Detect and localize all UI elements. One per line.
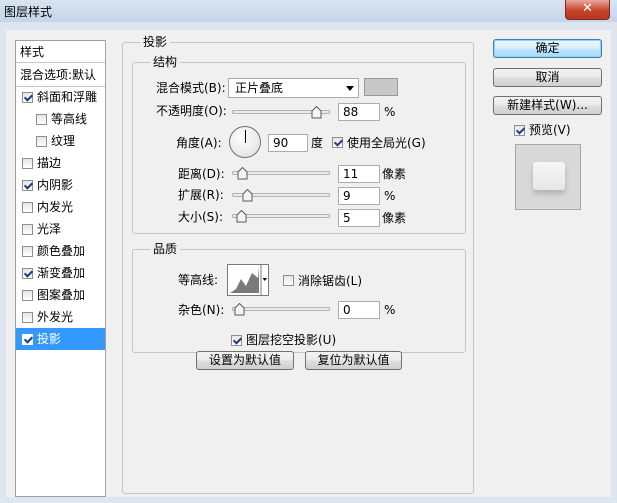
spread-unit: % [384, 189, 396, 203]
blend-mode-select[interactable]: 正片叠底 [228, 78, 359, 98]
spread-slider-thumb[interactable] [242, 188, 253, 202]
style-list-checkbox[interactable] [22, 180, 33, 191]
style-list-label: 内发光 [37, 200, 74, 214]
style-list-item[interactable]: 渐变叠加 [16, 262, 105, 284]
angle-label: 角度(A): [176, 136, 222, 150]
distance-unit: 像素 [382, 167, 407, 181]
contour-label: 等高线: [178, 273, 219, 287]
style-list-item[interactable]: 描边 [16, 152, 105, 174]
style-list-checkbox[interactable] [36, 136, 47, 147]
style-list-item[interactable]: 混合选项:默认 [16, 64, 105, 87]
style-list-item[interactable]: 图案叠加 [16, 284, 105, 306]
size-input[interactable]: 5 [338, 209, 380, 227]
contour-picker[interactable] [227, 264, 269, 296]
quality-group-title: 品质 [150, 242, 181, 256]
style-list-label: 光泽 [37, 222, 62, 236]
window-title: 图层样式 [4, 5, 53, 19]
preview-label[interactable]: 预览(V) [529, 122, 571, 138]
style-list: 样式 混合选项:默认斜面和浮雕等高线纹理描边内阴影内发光光泽颜色叠加渐变叠加图案… [15, 40, 106, 497]
style-list-checkbox[interactable] [22, 290, 33, 301]
blend-mode-label: 混合模式(B): [156, 81, 226, 95]
dialog-client: 样式 混合选项:默认斜面和浮雕等高线纹理描边内阴影内发光光泽颜色叠加渐变叠加图案… [6, 30, 611, 497]
style-list-label: 投影 [37, 332, 62, 346]
opacity-input[interactable]: 88 [338, 103, 380, 121]
style-list-item[interactable]: 颜色叠加 [16, 240, 105, 262]
spread-label: 扩展(R): [178, 188, 224, 202]
style-list-checkbox[interactable] [22, 158, 33, 169]
style-preview [515, 144, 581, 210]
style-list-label: 等高线 [51, 112, 88, 126]
reset-default-button[interactable]: 复位为默认值 [305, 351, 402, 370]
distance-slider-thumb[interactable] [237, 166, 248, 180]
cancel-button[interactable]: 取消 [493, 68, 602, 87]
angle-dial[interactable] [229, 126, 261, 158]
size-label: 大小(S): [178, 210, 224, 224]
knockout-checkbox[interactable] [231, 335, 242, 346]
noise-input[interactable]: 0 [338, 301, 380, 319]
opacity-unit: % [384, 105, 396, 119]
preview-checkbox[interactable] [514, 125, 525, 136]
style-list-label: 纹理 [51, 134, 76, 148]
angle-unit: 度 [311, 136, 324, 150]
style-list-item[interactable]: 斜面和浮雕 [16, 86, 105, 108]
style-list-header[interactable]: 样式 [16, 41, 105, 63]
make-default-button[interactable]: 设置为默认值 [196, 351, 294, 370]
style-list-label: 混合选项:默认 [20, 68, 97, 82]
style-list-checkbox[interactable] [22, 202, 33, 213]
blend-mode-value: 正片叠底 [235, 81, 284, 95]
spread-input[interactable]: 9 [338, 187, 380, 205]
angle-input[interactable]: 90 [268, 134, 308, 152]
style-list-checkbox[interactable] [22, 246, 33, 257]
style-list-label: 描边 [37, 156, 62, 170]
style-list-checkbox[interactable] [22, 92, 33, 103]
noise-unit: % [384, 303, 396, 317]
noise-label: 杂色(N): [178, 303, 225, 317]
anti-alias-label[interactable]: 消除锯齿(L) [298, 273, 362, 289]
ok-button[interactable]: 确定 [493, 39, 602, 58]
opacity-label: 不透明度(O): [156, 104, 227, 118]
structure-group-title: 结构 [150, 55, 181, 69]
style-list-item[interactable]: 内发光 [16, 196, 105, 218]
anti-alias-checkbox[interactable] [283, 275, 294, 286]
angle-dial-indicator [245, 130, 246, 143]
size-unit: 像素 [382, 211, 407, 225]
new-style-button[interactable]: 新建样式(W)... [493, 96, 602, 115]
noise-slider[interactable] [232, 307, 330, 311]
style-list-label: 内阴影 [37, 178, 74, 192]
style-list-label: 颜色叠加 [37, 244, 86, 258]
style-list-item[interactable]: 纹理 [16, 130, 105, 152]
distance-label: 距离(D): [178, 167, 225, 181]
chevron-down-icon [346, 86, 354, 91]
style-list-item[interactable]: 光泽 [16, 218, 105, 240]
contour-curve-icon [230, 265, 267, 295]
opacity-slider-thumb[interactable] [311, 105, 322, 119]
size-slider-thumb[interactable] [236, 209, 247, 223]
drop-shadow-group-title: 投影 [140, 35, 171, 49]
style-list-label: 图案叠加 [37, 288, 86, 302]
style-preview-swatch [533, 162, 565, 190]
style-list-checkbox[interactable] [22, 268, 33, 279]
style-list-label: 外发光 [37, 310, 74, 324]
title-bar: 图层样式 ✕ [0, 0, 617, 22]
knockout-label[interactable]: 图层挖空投影(U) [246, 332, 336, 348]
distance-input[interactable]: 11 [338, 165, 380, 183]
style-list-item[interactable]: 内阴影 [16, 174, 105, 196]
global-light-checkbox[interactable] [332, 137, 343, 148]
global-light-label[interactable]: 使用全局光(G) [347, 135, 426, 151]
close-button[interactable]: ✕ [565, 0, 610, 20]
style-list-item[interactable]: 投影 [16, 328, 105, 350]
style-list-label: 渐变叠加 [37, 266, 86, 280]
style-list-checkbox[interactable] [36, 114, 47, 125]
style-list-checkbox[interactable] [22, 312, 33, 323]
style-list-checkbox[interactable] [22, 224, 33, 235]
noise-slider-thumb[interactable] [234, 302, 245, 316]
style-list-label: 斜面和浮雕 [37, 90, 98, 104]
style-list-item[interactable]: 等高线 [16, 108, 105, 130]
style-list-item[interactable]: 外发光 [16, 306, 105, 328]
shadow-color-swatch[interactable] [364, 78, 398, 96]
style-list-checkbox[interactable] [22, 334, 33, 345]
